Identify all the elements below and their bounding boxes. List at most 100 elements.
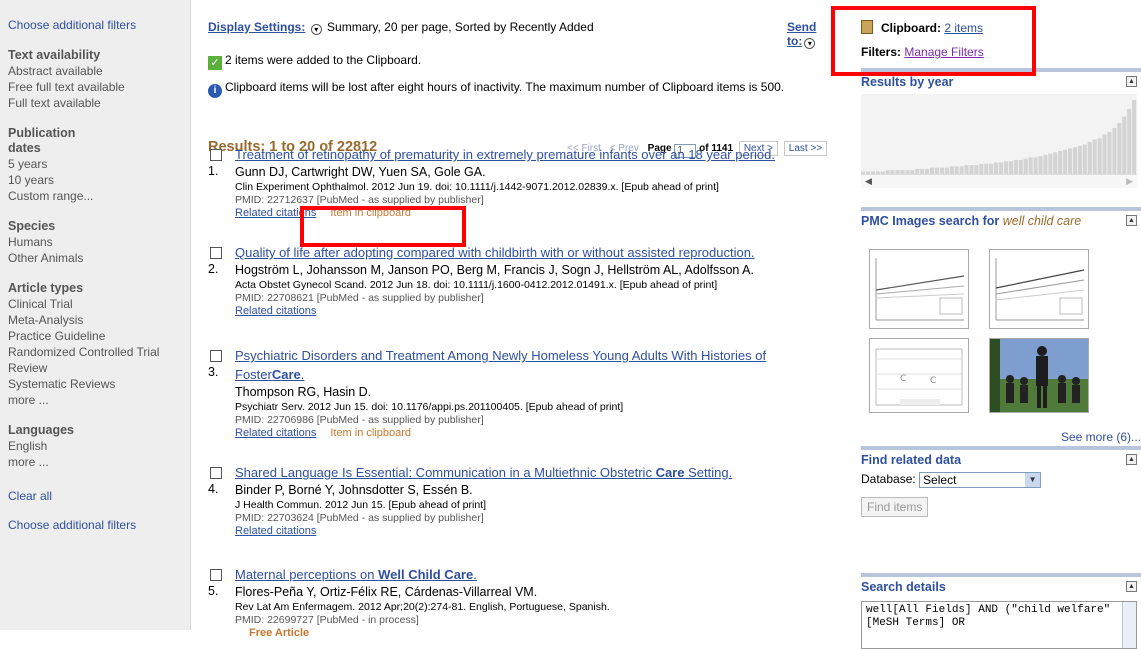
- filter-item[interactable]: more ...: [8, 454, 190, 470]
- collapse-toggle-icon[interactable]: ▲: [1126, 215, 1137, 226]
- clear-all-link[interactable]: Clear all: [8, 489, 190, 503]
- year-bar[interactable]: [1063, 149, 1068, 174]
- year-bar[interactable]: [1043, 154, 1048, 174]
- dropdown-circle-icon[interactable]: ▾: [310, 24, 322, 35]
- result-checkbox[interactable]: [210, 149, 222, 161]
- pmc-thumbnail-4[interactable]: [989, 338, 1089, 413]
- filter-item[interactable]: Practice Guideline: [8, 328, 190, 344]
- result-title-link[interactable]: Maternal perceptions on Well Child Care.: [235, 567, 477, 582]
- filter-item[interactable]: Review: [8, 360, 190, 376]
- year-bar[interactable]: [979, 163, 984, 174]
- results-by-year-chart[interactable]: [861, 94, 1137, 174]
- item-in-clipboard-label[interactable]: Item in clipboard: [330, 427, 411, 439]
- year-bar[interactable]: [1038, 156, 1043, 174]
- textarea-scrollbar[interactable]: [1122, 602, 1136, 648]
- free-article-label[interactable]: Free Article: [249, 627, 309, 639]
- year-bar[interactable]: [1077, 145, 1082, 174]
- filter-item[interactable]: English: [8, 438, 190, 454]
- collapse-toggle-icon[interactable]: ▲: [1126, 76, 1137, 87]
- result-checkbox[interactable]: [210, 467, 222, 479]
- result-number: 4.: [208, 482, 219, 496]
- see-more-images-link[interactable]: See more (6)...: [1061, 430, 1141, 444]
- year-bar[interactable]: [1068, 148, 1073, 174]
- line-chart-thumbnail-icon: [875, 258, 965, 321]
- filter-item[interactable]: Randomized Controlled Trial: [8, 344, 190, 360]
- result-checkbox[interactable]: [210, 569, 222, 581]
- filter-item[interactable]: Free full text available: [8, 79, 190, 95]
- related-citations-link[interactable]: Related citations: [235, 427, 316, 439]
- year-bar[interactable]: [1127, 108, 1132, 174]
- year-bar[interactable]: [1058, 151, 1063, 174]
- year-bar[interactable]: [989, 163, 994, 174]
- chevron-down-icon: ▼: [1025, 473, 1041, 487]
- related-citations-link[interactable]: Related citations: [235, 305, 316, 317]
- result-title-link[interactable]: Quality of life after adopting compared …: [235, 245, 755, 260]
- year-bar[interactable]: [1132, 100, 1137, 174]
- year-bar[interactable]: [1092, 139, 1097, 174]
- result-title-link[interactable]: Shared Language Is Essential: Communicat…: [235, 465, 732, 480]
- year-bar[interactable]: [964, 165, 969, 174]
- year-bar[interactable]: [1107, 131, 1112, 174]
- year-bar[interactable]: [954, 166, 959, 174]
- filter-item[interactable]: more ...: [8, 392, 190, 408]
- year-bar[interactable]: [1102, 134, 1107, 174]
- year-bar[interactable]: [1087, 142, 1092, 174]
- filter-item[interactable]: Clinical Trial: [8, 296, 190, 312]
- year-bar[interactable]: [994, 162, 999, 174]
- choose-additional-filters-bottom-link[interactable]: Choose additional filters: [8, 518, 190, 532]
- database-select[interactable]: Select ▼: [919, 472, 1042, 488]
- filter-item[interactable]: 5 years: [8, 156, 190, 172]
- year-bar[interactable]: [1033, 157, 1038, 174]
- display-settings-link[interactable]: Display Settings:: [208, 20, 305, 34]
- filter-item[interactable]: Other Animals: [8, 250, 190, 266]
- filter-item[interactable]: 10 years: [8, 172, 190, 188]
- filter-item[interactable]: Humans: [8, 234, 190, 250]
- filter-item[interactable]: Abstract available: [8, 63, 190, 79]
- year-bar[interactable]: [984, 163, 989, 174]
- year-bar[interactable]: [1018, 159, 1023, 174]
- scroll-right-icon[interactable]: ▶: [1126, 176, 1133, 187]
- pmc-images-panel: PMC Images search for well child care ▲: [861, 207, 1141, 444]
- year-bar[interactable]: [1048, 153, 1053, 174]
- filter-item[interactable]: Full text available: [8, 95, 190, 111]
- year-bar[interactable]: [1117, 122, 1122, 174]
- year-bar[interactable]: [949, 166, 954, 174]
- pmc-thumbnail-1[interactable]: [869, 249, 969, 329]
- result-title-link[interactable]: Psychiatric Disorders and Treatment Amon…: [235, 348, 766, 382]
- year-bar[interactable]: [1003, 161, 1009, 174]
- find-items-button[interactable]: Find items: [861, 497, 929, 517]
- pmc-thumbnail-3[interactable]: C C: [869, 338, 969, 413]
- send-to-menu[interactable]: Send to: ▾: [787, 20, 831, 49]
- year-bar[interactable]: [1013, 159, 1018, 174]
- result-title-link[interactable]: Treatment of retinopathy of prematurity …: [235, 147, 775, 162]
- filter-item[interactable]: Custom range...: [8, 188, 190, 204]
- year-bar[interactable]: [1122, 116, 1127, 174]
- year-bar[interactable]: [1072, 147, 1078, 174]
- search-details-textarea[interactable]: well[All Fields] AND ("child welfare"[Me…: [861, 601, 1137, 649]
- right-sidebar: Clipboard: 2 items Filters: Manage Filte…: [831, 0, 1141, 649]
- related-citations-link[interactable]: Related citations: [235, 525, 316, 537]
- year-bar[interactable]: [1112, 128, 1117, 174]
- year-bar[interactable]: [999, 162, 1004, 174]
- collapse-toggle-icon[interactable]: ▲: [1126, 581, 1137, 592]
- dropdown-circle-icon[interactable]: ▾: [804, 38, 816, 49]
- filter-item[interactable]: Meta-Analysis: [8, 312, 190, 328]
- result-checkbox[interactable]: [210, 247, 222, 259]
- scroll-left-icon[interactable]: ◀: [865, 176, 872, 187]
- year-bar[interactable]: [1053, 152, 1058, 174]
- collapse-toggle-icon[interactable]: ▲: [1126, 454, 1137, 465]
- year-bar[interactable]: [1082, 144, 1087, 174]
- year-chart-scrollbar[interactable]: ◀ ▶: [861, 174, 1137, 188]
- year-bar[interactable]: [1008, 161, 1013, 174]
- year-bar[interactable]: [1097, 138, 1102, 174]
- result-checkbox[interactable]: [210, 350, 222, 362]
- year-bar[interactable]: [974, 165, 979, 174]
- year-bar[interactable]: [1023, 158, 1028, 174]
- result-citation: Psychiatr Serv. 2012 Jun 15. doi: 10.117…: [235, 401, 624, 413]
- choose-additional-filters-link[interactable]: Choose additional filters: [8, 18, 190, 32]
- year-bar[interactable]: [969, 165, 974, 174]
- year-bar[interactable]: [959, 166, 964, 174]
- filter-item[interactable]: Systematic Reviews: [8, 376, 190, 392]
- year-bar[interactable]: [1028, 157, 1033, 174]
- pmc-thumbnail-2[interactable]: [989, 249, 1089, 329]
